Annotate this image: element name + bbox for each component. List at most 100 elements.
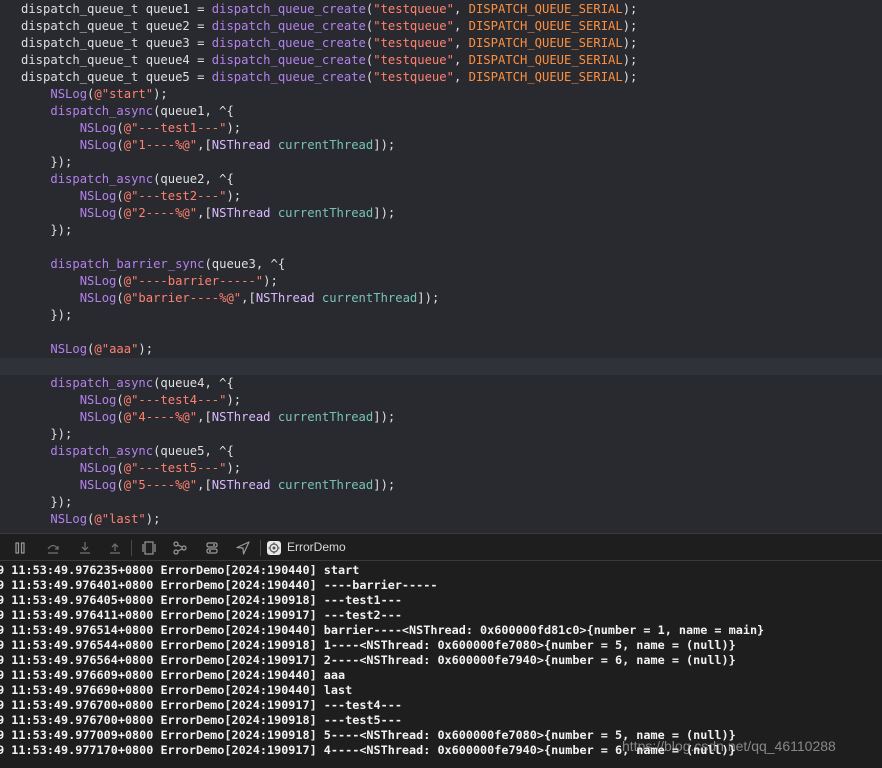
code-token: dispatch_queue_t queue5 = (21, 70, 212, 84)
code-token: currentThread (277, 206, 374, 220)
code-line[interactable]: NSLog(@"----barrier-----"); (0, 273, 882, 290)
code-line[interactable]: NSLog(@"barrier----%@",[NSThread current… (0, 290, 882, 307)
code-token: currentThread (277, 138, 374, 152)
pause-icon[interactable] (12, 540, 28, 556)
code-line[interactable]: NSLog(@"2----%@",[NSThread currentThread… (0, 205, 882, 222)
console-log-line: 09 11:53:49.976235+0800 ErrorDemo[2024:1… (0, 563, 360, 577)
code-line[interactable]: dispatch_async(queue5, ^{ (0, 443, 882, 460)
code-line[interactable]: NSLog(@"5----%@",[NSThread currentThread… (0, 477, 882, 494)
code-line[interactable]: NSLog(@"last"); (0, 511, 882, 528)
code-token: ,[ (197, 410, 212, 424)
debug-console[interactable]: 09 11:53:49.976235+0800 ErrorDemo[2024:1… (0, 561, 882, 768)
environment-overrides-icon[interactable] (204, 540, 220, 556)
code-token: ); (226, 121, 242, 135)
code-token: NSThread (211, 478, 271, 492)
code-line[interactable]: dispatch_queue_t queue3 = dispatch_queue… (0, 35, 882, 52)
code-token: ( (116, 393, 124, 407)
code-line[interactable]: }); (0, 307, 882, 324)
code-line[interactable]: }); (0, 426, 882, 443)
code-token: ]); (373, 410, 396, 424)
current-code-line[interactable] (0, 358, 882, 375)
step-over-icon[interactable] (45, 540, 61, 556)
code-token: dispatch_queue_create (211, 2, 366, 16)
code-line[interactable]: }); (0, 154, 882, 171)
toolbar-divider (260, 540, 261, 556)
code-token: NSLog (79, 206, 117, 220)
code-line[interactable]: NSLog(@"---test1---"); (0, 120, 882, 137)
location-icon[interactable] (235, 540, 251, 556)
code-token: }); (21, 223, 73, 237)
code-token: dispatch_queue_t queue3 = (21, 36, 212, 50)
code-token: NSLog (79, 410, 117, 424)
code-line[interactable]: NSLog(@"aaa"); (0, 341, 882, 358)
code-line[interactable]: dispatch_async(queue1, ^{ (0, 103, 882, 120)
code-token: dispatch_queue_t queue1 = (21, 2, 212, 16)
code-line[interactable]: NSLog(@"---test4---"); (0, 392, 882, 409)
code-line[interactable] (0, 324, 882, 341)
code-line[interactable]: dispatch_queue_t queue4 = dispatch_queue… (0, 52, 882, 69)
memory-graph-icon[interactable] (172, 540, 188, 556)
code-token: ( (116, 478, 124, 492)
code-token: NSLog (79, 121, 117, 135)
console-log-line: 09 11:53:49.976564+0800 ErrorDemo[2024:1… (0, 653, 736, 667)
code-line[interactable] (0, 239, 882, 256)
code-line[interactable]: NSLog(@"---test2---"); (0, 188, 882, 205)
code-line[interactable]: }); (0, 222, 882, 239)
code-token: ,[ (197, 206, 212, 220)
code-token: ); (622, 19, 638, 33)
code-line[interactable]: dispatch_queue_t queue2 = dispatch_queue… (0, 18, 882, 35)
step-out-icon[interactable] (107, 540, 123, 556)
code-token: ,[ (241, 291, 256, 305)
target-name[interactable]: ErrorDemo (287, 534, 346, 560)
code-line[interactable]: dispatch_queue_t queue5 = dispatch_queue… (0, 69, 882, 86)
console-log-line: 09 11:53:49.976401+0800 ErrorDemo[2024:1… (0, 578, 438, 592)
code-token: dispatch_queue_create (211, 36, 366, 50)
console-log-line: 09 11:53:49.976514+0800 ErrorDemo[2024:1… (0, 623, 765, 637)
code-line[interactable]: dispatch_queue_t queue1 = dispatch_queue… (0, 1, 882, 18)
code-token: ]); (373, 478, 396, 492)
code-token: DISPATCH_QUEUE_SERIAL (468, 2, 623, 16)
code-token: ); (145, 512, 161, 526)
step-into-icon[interactable] (77, 540, 93, 556)
code-token: "testqueue" (373, 36, 454, 50)
code-token: @"start" (94, 87, 154, 101)
code-token: ); (622, 36, 638, 50)
watermark: https://blog.csdn.net/qq_46110288 (622, 738, 836, 754)
code-token: ,[ (197, 138, 212, 152)
console-log-line: 09 11:53:49.976544+0800 ErrorDemo[2024:1… (0, 638, 736, 652)
code-editor[interactable]: dispatch_queue_t queue1 = dispatch_queue… (0, 0, 882, 533)
code-line[interactable]: dispatch_barrier_sync(queue3, ^{ (0, 256, 882, 273)
code-token: dispatch_async (50, 172, 154, 186)
code-line[interactable]: dispatch_async(queue2, ^{ (0, 171, 882, 188)
code-token: ); (622, 53, 638, 67)
code-token: ); (226, 189, 242, 203)
code-token: ( (116, 274, 124, 288)
code-token: }); (21, 495, 73, 509)
code-token: (queue3, ^{ (204, 257, 286, 271)
console-log-line: 09 11:53:49.976405+0800 ErrorDemo[2024:1… (0, 593, 402, 607)
app-target-icon[interactable] (266, 540, 282, 556)
code-token: currentThread (277, 410, 374, 424)
code-line[interactable]: dispatch_async(queue4, ^{ (0, 375, 882, 392)
code-token: DISPATCH_QUEUE_SERIAL (468, 19, 623, 33)
code-line[interactable]: NSLog(@"---test5---"); (0, 460, 882, 477)
view-hierarchy-icon[interactable] (141, 540, 157, 556)
code-token: , (453, 70, 469, 84)
code-line[interactable]: NSLog(@"4----%@",[NSThread currentThread… (0, 409, 882, 426)
code-token: "testqueue" (373, 53, 454, 67)
code-line[interactable]: }); (0, 494, 882, 511)
code-line[interactable]: NSLog(@"1----%@",[NSThread currentThread… (0, 137, 882, 154)
code-token: ); (226, 393, 242, 407)
code-line[interactable]: NSLog(@"start"); (0, 86, 882, 103)
code-token: @"barrier----%@" (123, 291, 242, 305)
